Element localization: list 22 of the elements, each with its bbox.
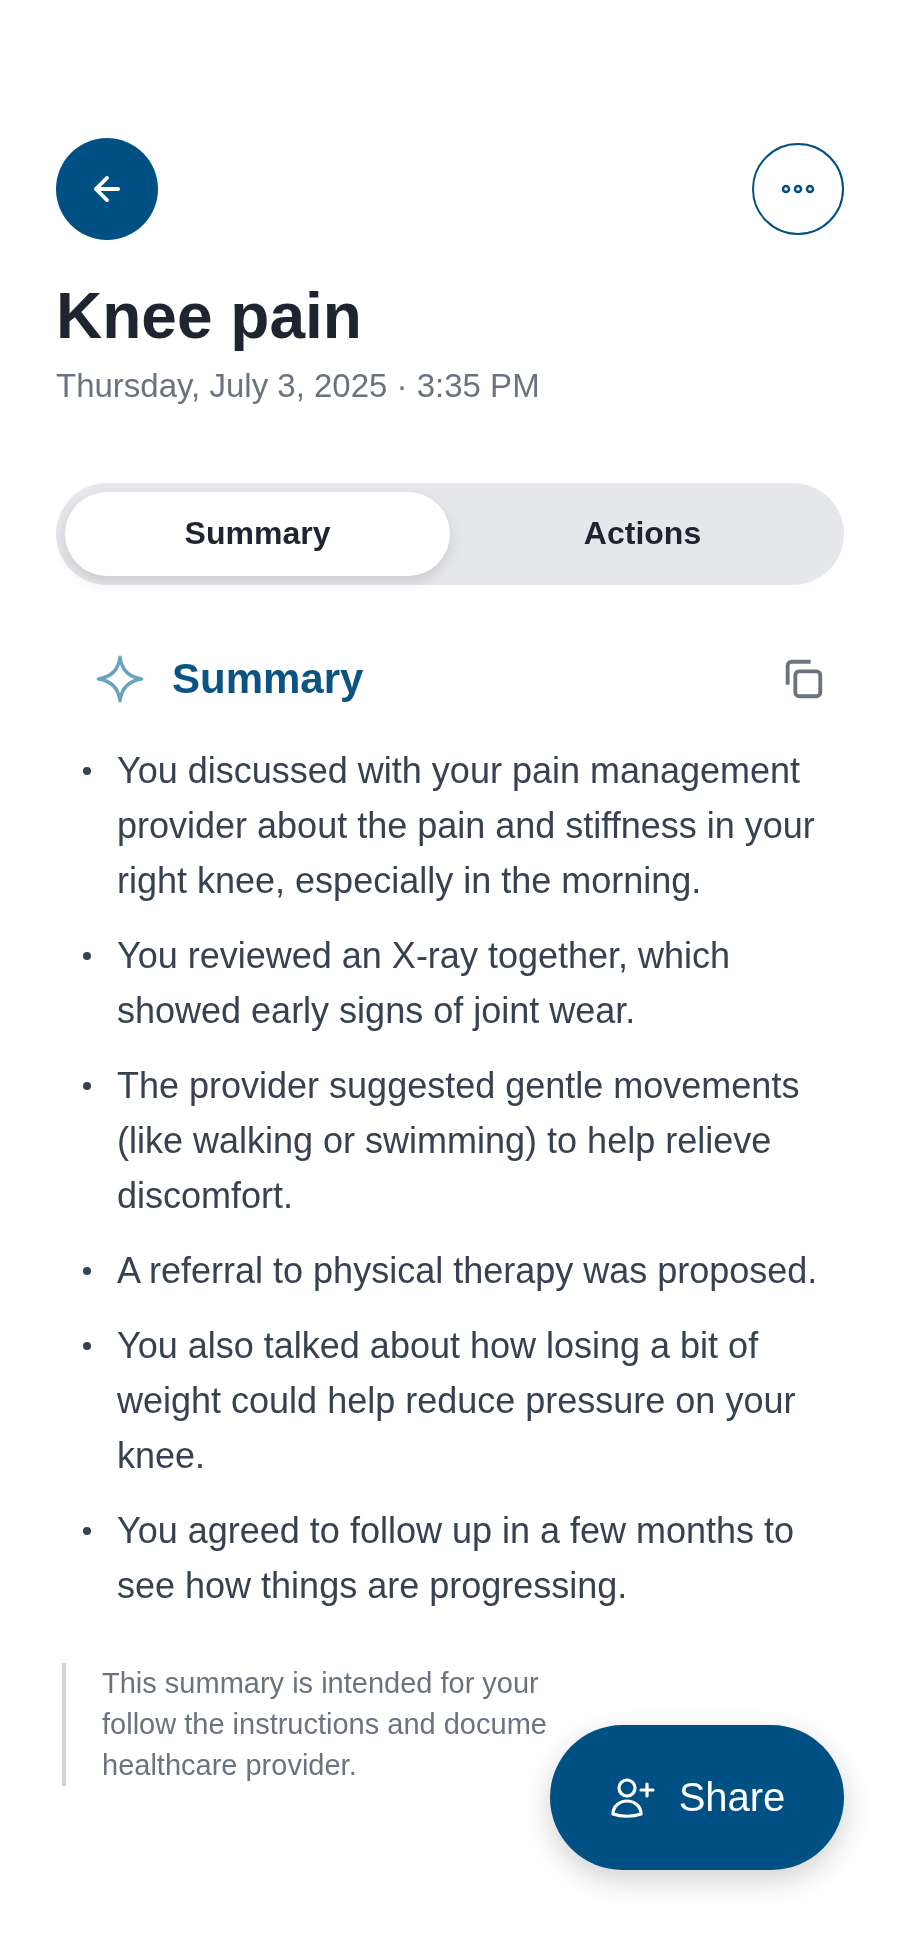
summary-bullet: You agreed to follow up in a few months to see how things are progressing.: [117, 1508, 796, 1608]
disclaimer-text: This summary is intended for your: [102, 1665, 540, 1701]
section-heading: Summary: [172, 654, 365, 703]
date-time: Thursday, July 3, 2025 · 3:35 PM: [56, 366, 541, 405]
bullet-icon: [83, 1341, 91, 1350]
tab[interactable]: Summary: [65, 491, 450, 576]
summary-bullet: You also talked about how losing a bit of weight could help reduce pressure on your knee.: [117, 1323, 797, 1478]
bullet-icon: [83, 1081, 91, 1090]
share-button[interactable]: Share: [550, 1725, 844, 1870]
summary-bullet: A referral to physical therapy was proposed.: [117, 1248, 819, 1293]
disclaimer-text: follow the instructions and docume: [102, 1706, 548, 1742]
bullet-icon: [83, 1266, 91, 1275]
bullet-icon: [83, 766, 91, 775]
page-title: Knee pain: [56, 279, 363, 354]
bullet-icon: [83, 951, 91, 960]
tab[interactable]: Actions: [450, 491, 835, 576]
summary-bullet: You reviewed an X-ray together, which showed early signs of joint wear.: [117, 933, 732, 1033]
more-icon: [781, 184, 815, 194]
summary-bullet: The provider suggested gentle movements (like walking or swimming) to help relieve discomfort.: [117, 1063, 801, 1218]
summary-bullet: You discussed with your pain management provider about the pain and stiffness in your right knee, especially in the morning.: [117, 748, 816, 903]
disclaimer-text: healthcare provider.: [102, 1747, 358, 1783]
bullet-icon: [83, 1526, 91, 1535]
